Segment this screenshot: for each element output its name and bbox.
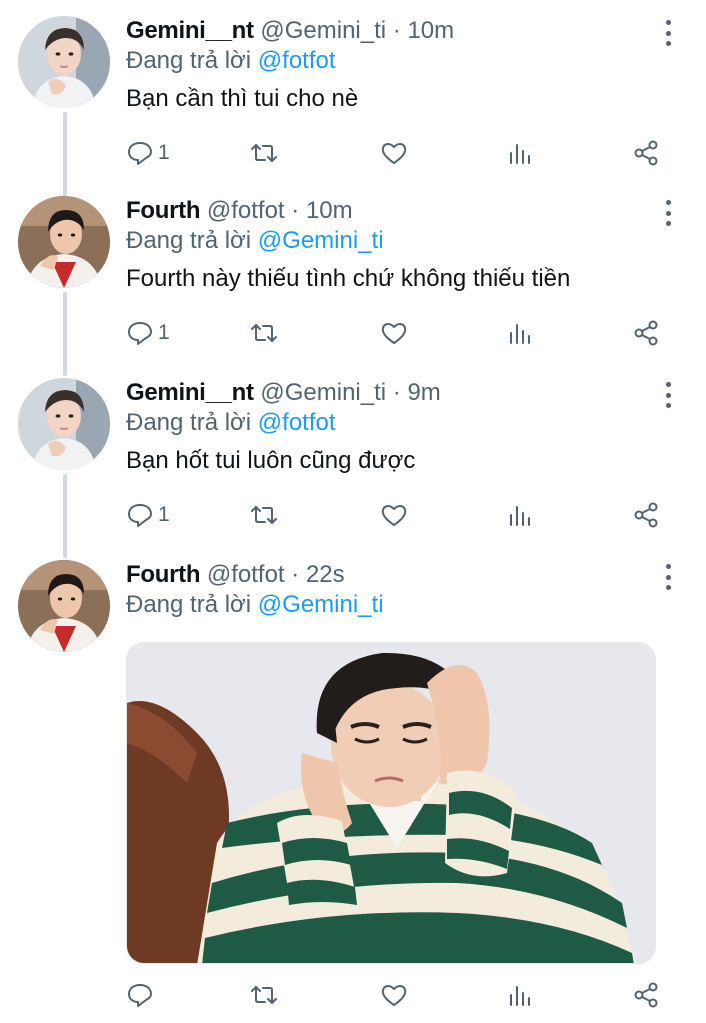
retweet-button[interactable]: [250, 978, 278, 1012]
separator-dot: ·: [392, 379, 401, 406]
stats-button[interactable]: [506, 316, 534, 350]
stats-icon: [510, 144, 530, 164]
author-name[interactable]: Gemini__nt: [126, 17, 254, 44]
retweet-icon: [251, 506, 277, 524]
thread-connector: [63, 474, 67, 558]
profile-photo-gemini: [18, 378, 110, 470]
reply-count: 1: [158, 503, 170, 526]
more-options-icon[interactable]: [662, 20, 674, 46]
separator-dot: ·: [291, 197, 300, 224]
mention-link[interactable]: @Gemini_ti: [258, 591, 384, 618]
like-icon: [381, 985, 407, 1006]
retweet-icon: [251, 986, 277, 1004]
replying-prefix: Đang trả lời: [126, 409, 252, 436]
replying-to: Đang trả lời @Gemini_ti: [126, 590, 658, 620]
more-options-icon[interactable]: [662, 564, 674, 590]
share-button[interactable]: [632, 136, 660, 170]
replying-to: Đang trả lời @fotfot: [126, 46, 658, 76]
profile-photo-fourth: [18, 560, 110, 652]
author-handle[interactable]: @fotfot: [207, 561, 285, 588]
retweet-button[interactable]: [250, 498, 278, 532]
timestamp[interactable]: 22s: [306, 561, 345, 588]
tweet-text: Bạn cần thì tui cho nè: [126, 85, 359, 112]
reply-count: 1: [158, 321, 170, 344]
mention-link[interactable]: @fotfot: [258, 409, 336, 436]
reply-button[interactable]: 1: [126, 316, 170, 350]
reply-icon: [128, 142, 152, 165]
tweet-text: Fourth này thiếu tình chứ không thiếu ti…: [126, 265, 571, 292]
like-icon: [381, 505, 407, 526]
timestamp[interactable]: 10m: [407, 17, 454, 44]
action-bar: 1: [126, 498, 666, 532]
reply-button[interactable]: 1: [126, 136, 170, 170]
like-button[interactable]: [380, 136, 408, 170]
reply-button[interactable]: 1: [126, 498, 170, 532]
stats-icon: [510, 324, 530, 344]
tweet-text: Bạn hốt tui luôn cũng được: [126, 447, 416, 474]
tweet-media-image[interactable]: [126, 642, 656, 964]
like-icon: [381, 323, 407, 344]
reply-count: 1: [158, 141, 170, 164]
author-name[interactable]: Fourth: [126, 197, 200, 224]
replying-prefix: Đang trả lời: [126, 47, 252, 74]
author-handle[interactable]: @Gemini_ti: [260, 379, 386, 406]
share-button[interactable]: [632, 316, 660, 350]
stats-button[interactable]: [506, 978, 534, 1012]
replying-prefix: Đang trả lời: [126, 227, 252, 254]
profile-photo-fourth: [18, 196, 110, 288]
author-name[interactable]: Gemini__nt: [126, 379, 254, 406]
action-bar: 1: [126, 136, 666, 170]
reply-button[interactable]: [126, 978, 158, 1012]
stats-button[interactable]: [506, 498, 534, 532]
share-icon: [634, 982, 658, 1008]
retweet-icon: [251, 144, 277, 162]
thread-connector: [63, 292, 67, 376]
avatar[interactable]: [18, 16, 110, 108]
separator-dot: ·: [291, 561, 300, 588]
mention-link[interactable]: @Gemini_ti: [258, 227, 384, 254]
timestamp[interactable]: 9m: [407, 379, 440, 406]
action-bar: 1: [126, 316, 666, 350]
author-name[interactable]: Fourth: [126, 561, 200, 588]
separator-dot: ·: [392, 17, 401, 44]
more-options-icon[interactable]: [662, 200, 674, 226]
author-handle[interactable]: @fotfot: [207, 197, 285, 224]
striped-sweater-photo: [127, 643, 655, 963]
reply-icon: [128, 504, 152, 527]
retweet-button[interactable]: [250, 136, 278, 170]
share-icon: [634, 502, 658, 528]
retweet-icon: [251, 324, 277, 342]
avatar[interactable]: [18, 378, 110, 470]
like-button[interactable]: [380, 316, 408, 350]
like-icon: [381, 143, 407, 164]
retweet-button[interactable]: [250, 316, 278, 350]
avatar[interactable]: [18, 560, 110, 652]
replying-to: Đang trả lời @fotfot: [126, 408, 658, 438]
like-button[interactable]: [380, 978, 408, 1012]
author-handle[interactable]: @Gemini_ti: [260, 17, 386, 44]
stats-icon: [510, 506, 530, 526]
stats-button[interactable]: [506, 136, 534, 170]
reply-icon: [128, 322, 152, 345]
share-icon: [634, 140, 658, 166]
reply-icon: [128, 984, 152, 1007]
thread-connector: [63, 112, 67, 196]
profile-photo-gemini: [18, 16, 110, 108]
share-icon: [634, 320, 658, 346]
share-button[interactable]: [632, 978, 660, 1012]
share-button[interactable]: [632, 498, 660, 532]
stats-icon: [510, 986, 530, 1006]
replying-prefix: Đang trả lời: [126, 591, 252, 618]
timestamp[interactable]: 10m: [306, 197, 353, 224]
avatar[interactable]: [18, 196, 110, 288]
action-bar: [126, 978, 666, 1012]
mention-link[interactable]: @fotfot: [258, 47, 336, 74]
more-options-icon[interactable]: [662, 382, 674, 408]
like-button[interactable]: [380, 498, 408, 532]
replying-to: Đang trả lời @Gemini_ti: [126, 226, 658, 256]
